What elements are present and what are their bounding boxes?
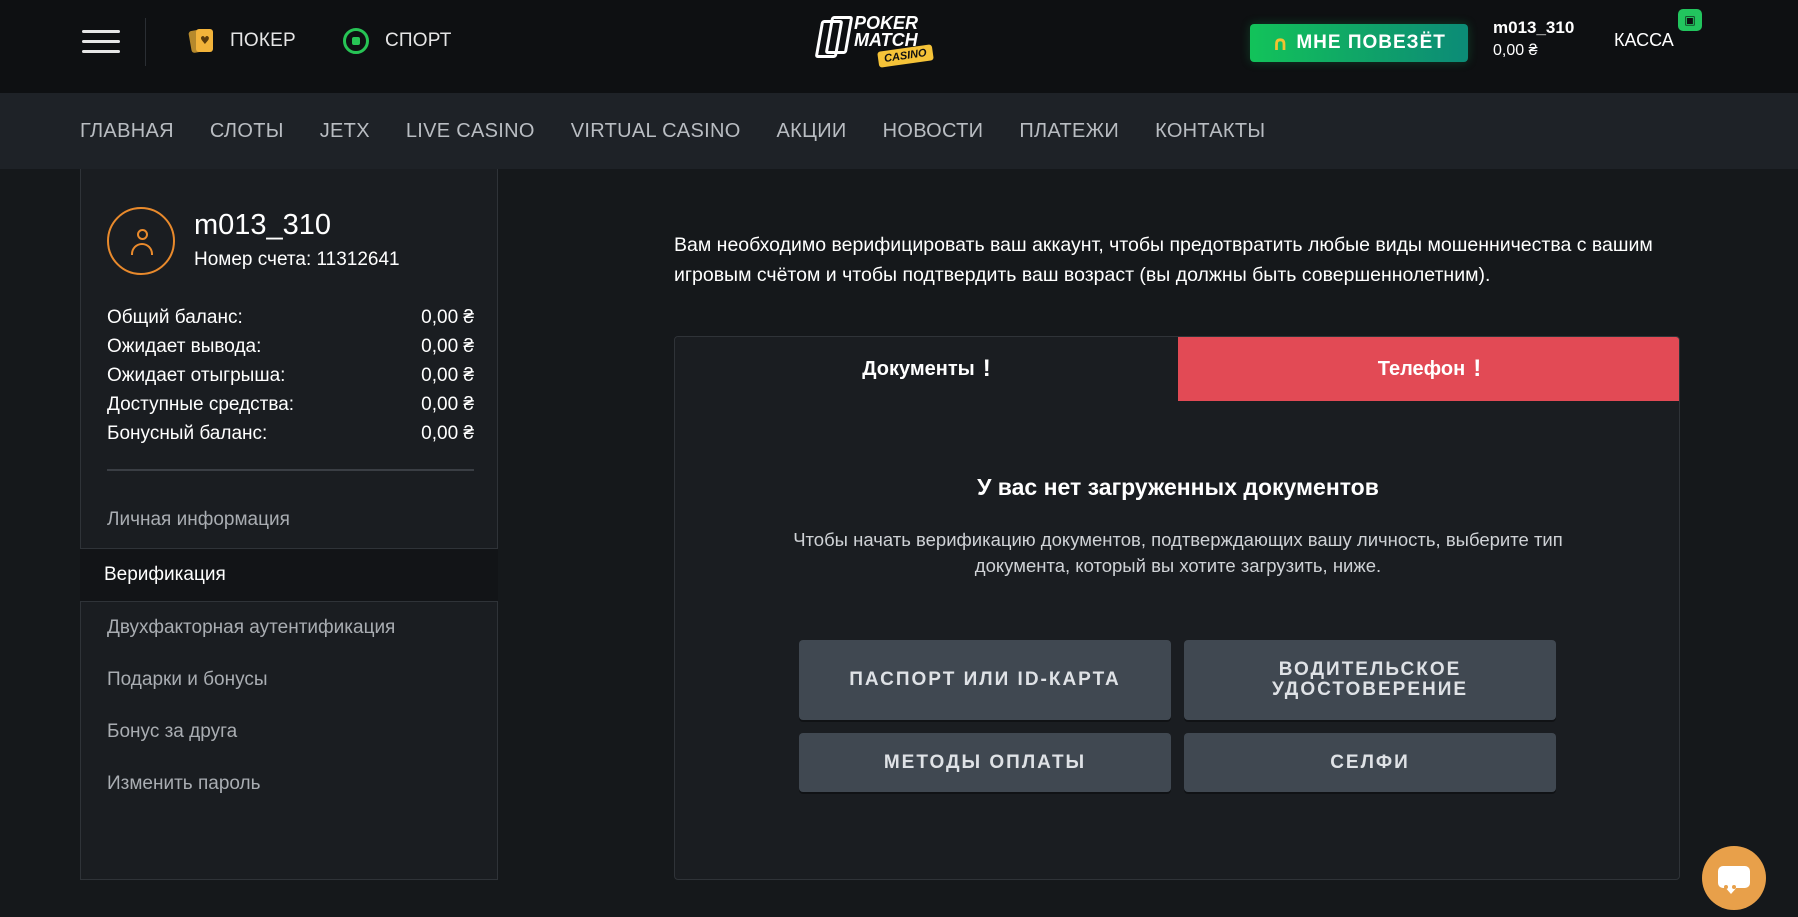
nav-sport[interactable]: СПОРТ	[343, 26, 452, 56]
nav-poker-label: ПОКЕР	[230, 30, 296, 51]
site-logo[interactable]: POKER MATCH CASINO	[814, 14, 936, 74]
tab-phone[interactable]: Телефон !	[1178, 337, 1679, 401]
main-nav-promotions[interactable]: АКЦИИ	[777, 120, 847, 143]
balance-label: Доступные средства:	[107, 393, 295, 415]
profile-panel: m013_310 Номер счета: 11312641 Общий бал…	[80, 169, 498, 880]
main-nav-live-casino[interactable]: LIVE CASINO	[406, 120, 535, 143]
sidebar-item-verification[interactable]: Верификация	[80, 548, 498, 602]
main-nav-jetx[interactable]: JETX	[320, 120, 370, 143]
horseshoe-icon: ∩	[1272, 31, 1289, 55]
main-nav-virtual-casino[interactable]: VIRTUAL CASINO	[571, 120, 741, 143]
doc-passport-button[interactable]: ПАСПОРТ ИЛИ ID-КАРТА	[799, 640, 1171, 720]
balance-value: 0,00 ₴	[421, 306, 474, 328]
sidebar-item-personal-info[interactable]: Личная информация	[107, 509, 290, 531]
doc-payment-methods-label: МЕТОДЫ ОПЛАТЫ	[883, 751, 1087, 773]
balance-row: Ожидает отыгрыша: 0,00 ₴	[107, 361, 474, 390]
sidebar-item-gifts[interactable]: Подарки и бонусы	[107, 669, 268, 691]
top-header: ♥ ПОКЕР СПОРТ POKER MATCH CASINO ∩ МНЕ П…	[0, 0, 1798, 93]
profile-username: m013_310	[194, 209, 332, 241]
tab-documents-label: Документы	[862, 357, 975, 380]
poker-cards-icon: ♥	[188, 28, 214, 54]
doc-payment-methods-button[interactable]: МЕТОДЫ ОПЛАТЫ	[799, 733, 1171, 792]
doc-driver-license-button[interactable]: ВОДИТЕЛЬСКОЕ УДОСТОВЕРЕНИЕ	[1184, 640, 1556, 720]
verification-panel: Документы ! Телефон ! У вас нет загружен…	[674, 336, 1680, 880]
balance-value: 0,00 ₴	[421, 335, 474, 357]
balance-label: Бонусный баланс:	[107, 422, 268, 444]
account-number: Номер счета: 11312641	[194, 249, 400, 270]
tab-documents[interactable]: Документы !	[675, 337, 1178, 401]
main-nav-news[interactable]: НОВОСТИ	[883, 120, 984, 143]
doc-selfie-label: СЕЛФИ	[1330, 751, 1410, 773]
header-divider	[145, 18, 146, 66]
doc-selfie-button[interactable]: СЕЛФИ	[1184, 733, 1556, 792]
header-username: m013_310	[1493, 18, 1575, 37]
tab-phone-label: Телефон	[1377, 357, 1466, 380]
main-nav-slots[interactable]: СЛОТЫ	[210, 120, 284, 143]
sidebar-item-two-factor[interactable]: Двухфакторная аутентификация	[107, 617, 395, 639]
lucky-button[interactable]: ∩ МНЕ ПОВЕЗЁТ	[1250, 24, 1468, 62]
header-balance: 0,00 ₴	[1493, 42, 1538, 59]
balance-divider	[107, 469, 474, 471]
verification-intro: Вам необходимо верифицировать ваш аккаун…	[674, 234, 1653, 286]
main-nav-home[interactable]: ГЛАВНАЯ	[80, 120, 174, 143]
doc-passport-label: ПАСПОРТ ИЛИ ID-КАРТА	[849, 669, 1121, 690]
balance-row: Доступные средства: 0,00 ₴	[107, 390, 474, 419]
balance-value: 0,00 ₴	[421, 393, 474, 415]
nav-sport-label: СПОРТ	[385, 30, 452, 51]
warning-icon: !	[982, 355, 991, 382]
gift-icon[interactable]: ▣	[1678, 9, 1702, 31]
user-summary[interactable]: m013_310 0,00 ₴	[1493, 18, 1574, 60]
cashier-link[interactable]: КАССА	[1614, 30, 1674, 51]
main-nav-payments[interactable]: ПЛАТЕЖИ	[1019, 120, 1119, 143]
lucky-button-label: МНЕ ПОВЕЗЁТ	[1296, 32, 1446, 53]
balance-label: Ожидает вывода:	[107, 335, 262, 357]
empty-state-subtitle: Чтобы начать верификацию документов, под…	[793, 529, 1563, 576]
balance-list: Общий баланс: 0,00 ₴ Ожидает вывода: 0,0…	[107, 303, 474, 448]
sidebar-item-verification-label: Верификация	[104, 564, 226, 585]
balance-row: Ожидает вывода: 0,00 ₴	[107, 332, 474, 361]
sidebar-item-change-password[interactable]: Изменить пароль	[107, 773, 261, 795]
balance-label: Общий баланс:	[107, 306, 243, 328]
warning-icon: !	[1473, 355, 1482, 382]
doc-driver-license-label: ВОДИТЕЛЬСКОЕ УДОСТОВЕРЕНИЕ	[1271, 659, 1469, 700]
balance-row: Бонусный баланс: 0,00 ₴	[107, 419, 474, 448]
nav-poker[interactable]: ♥ ПОКЕР	[188, 26, 296, 56]
main-nav: ГЛАВНАЯ СЛОТЫ JETX LIVE CASINO VIRTUAL C…	[0, 93, 1798, 169]
soccer-ball-icon	[343, 28, 369, 54]
balance-value: 0,00 ₴	[421, 422, 474, 444]
main-nav-contacts[interactable]: КОНТАКТЫ	[1155, 120, 1265, 143]
user-icon	[107, 207, 175, 275]
balance-row: Общий баланс: 0,00 ₴	[107, 303, 474, 332]
sidebar-item-friend-bonus[interactable]: Бонус за друга	[107, 721, 237, 743]
chat-button[interactable]	[1702, 846, 1766, 910]
balance-label: Ожидает отыгрыша:	[107, 364, 286, 386]
balance-value: 0,00 ₴	[421, 364, 474, 386]
empty-state-title: У вас нет загруженных документов	[977, 474, 1379, 500]
hamburger-icon[interactable]	[82, 30, 120, 54]
